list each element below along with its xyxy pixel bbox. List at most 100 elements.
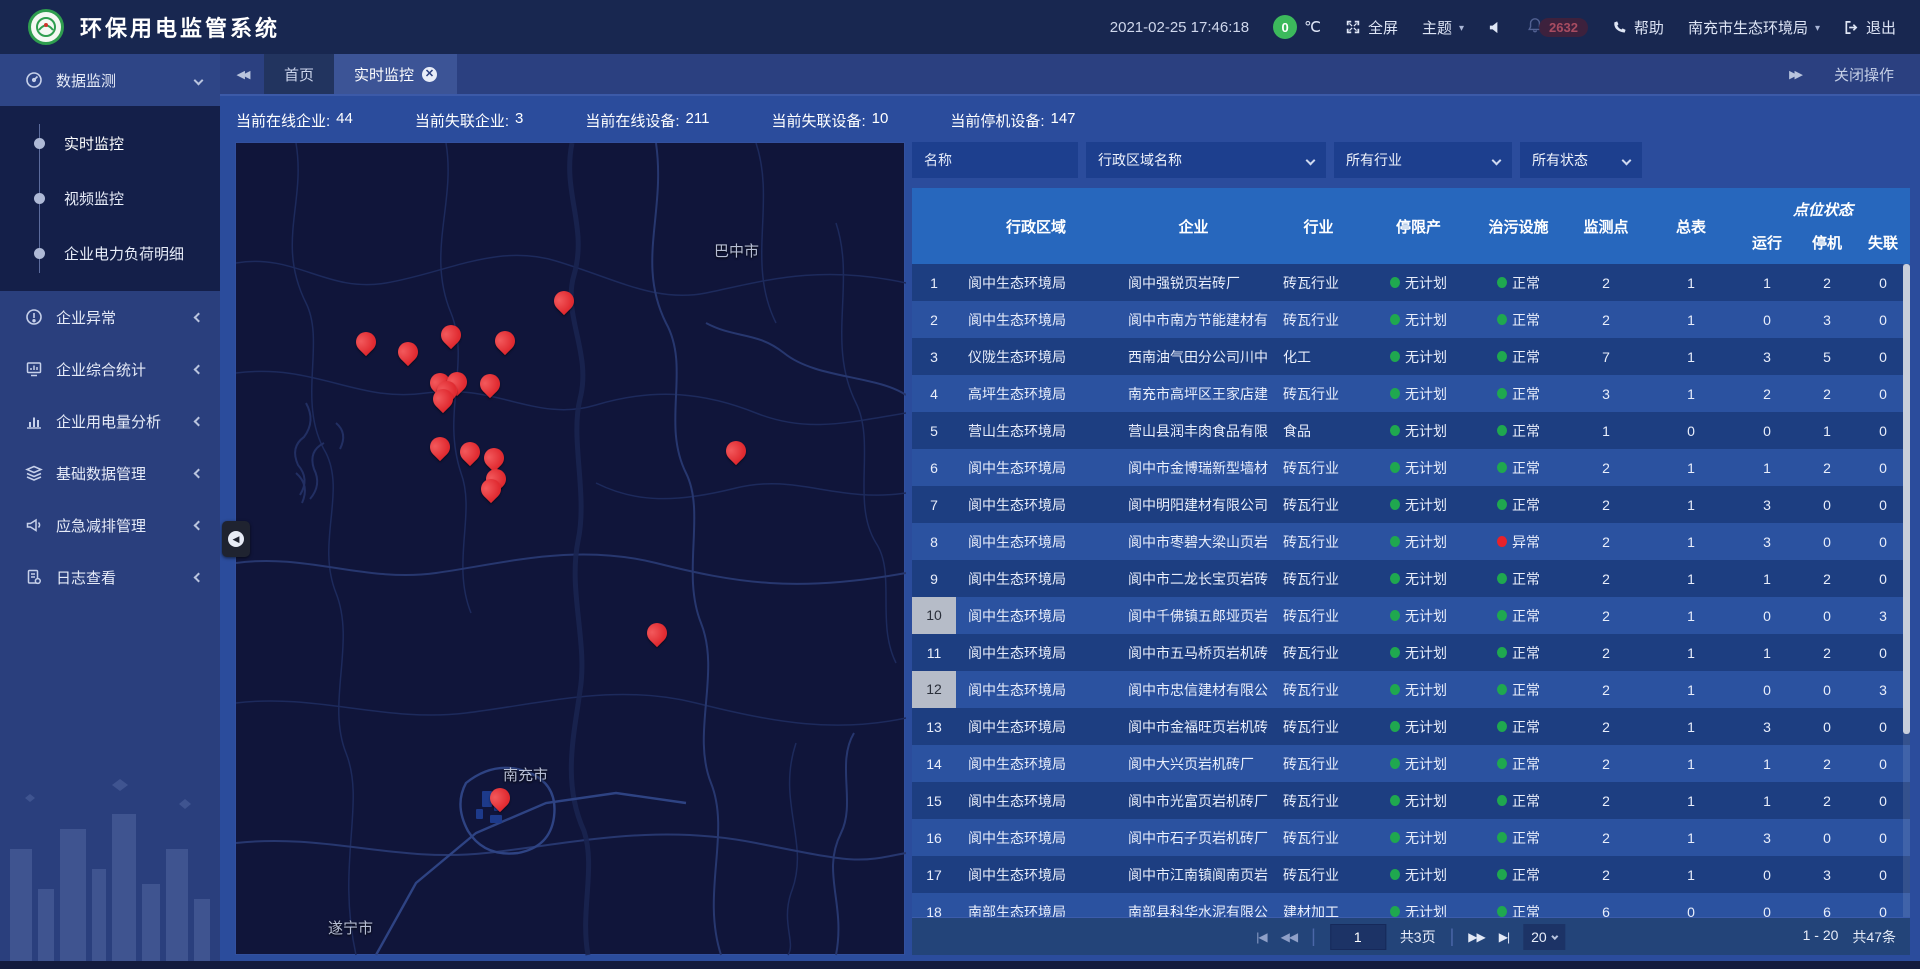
logout-button[interactable]: 退出 <box>1844 17 1896 38</box>
table-row[interactable]: 12阆中生态环境局阆中市忠信建材有限公砖瓦行业无计划正常21003 <box>912 671 1910 708</box>
org-dropdown[interactable]: 南充市生态环境局▾ <box>1688 17 1820 38</box>
sidebar-subitem-2[interactable]: 企业电力负荷明细 <box>0 226 220 281</box>
row-index-cell: 13 <box>912 719 956 735</box>
sidebar-item-6[interactable]: 日志查看 <box>0 551 220 603</box>
row-industry-cell: 砖瓦行业 <box>1271 828 1366 848</box>
table-row[interactable]: 18南部生态环境局南部县科华水泥有限公建材加工无计划正常60060 <box>912 893 1910 917</box>
row-index-cell: 4 <box>912 386 956 402</box>
theme-dropdown[interactable]: 主题▾ <box>1422 17 1464 38</box>
table-row[interactable]: 13阆中生态环境局阆中市金福旺页岩机砖砖瓦行业无计划正常21300 <box>912 708 1910 745</box>
sidebar-item-5[interactable]: 应急减排管理 <box>0 499 220 551</box>
row-facility-cell: 正常 <box>1471 865 1566 885</box>
volume-button[interactable] <box>1488 20 1503 35</box>
scrollbar-thumb[interactable] <box>1903 264 1910 734</box>
status-dot-green <box>1497 573 1507 584</box>
table-row[interactable]: 3仪陇生态环境局西南油气田分公司川中化工无计划正常71350 <box>912 338 1910 375</box>
sidebar-item-label: 基础数据管理 <box>56 463 195 484</box>
top-header: 环保用电监管系统 2021-02-25 17:46:18 0 ℃ 全屏 主题▾ <box>0 0 1920 54</box>
status-filter-select[interactable]: 所有状态 <box>1520 142 1642 178</box>
row-points-cell: 2 <box>1566 682 1646 698</box>
name-filter-field[interactable] <box>912 142 1078 178</box>
record-total-label: 共47条 <box>1852 927 1896 947</box>
row-limit-cell: 无计划 <box>1366 310 1471 330</box>
row-meters-cell: 1 <box>1646 460 1736 476</box>
status-dot-green <box>1390 499 1400 510</box>
help-button[interactable]: 帮助 <box>1612 17 1664 38</box>
page-number-input[interactable] <box>1330 924 1386 950</box>
table-row[interactable]: 15阆中生态环境局阆中市光富页岩机砖厂砖瓦行业无计划正常21120 <box>912 782 1910 819</box>
row-index-cell: 2 <box>912 312 956 328</box>
table-row[interactable]: 7阆中生态环境局阆中明阳建材有限公司砖瓦行业无计划正常21300 <box>912 486 1910 523</box>
status-dot-green <box>1390 795 1400 806</box>
sidebar-subitem-0[interactable]: 实时监控 <box>0 116 220 171</box>
submenu-dot-icon <box>34 248 45 259</box>
row-points-cell: 2 <box>1566 830 1646 846</box>
sidebar-item-2[interactable]: 企业综合统计 <box>0 343 220 395</box>
table-row[interactable]: 4高坪生态环境局南充市高坪区王家店建砖瓦行业无计划正常31220 <box>912 375 1910 412</box>
sidebar-item-3[interactable]: 企业用电量分析 <box>0 395 220 447</box>
table-row[interactable]: 9阆中生态环境局阆中市二龙长宝页岩砖砖瓦行业无计划正常21120 <box>912 560 1910 597</box>
row-company-cell: 阆中市光富页岩机砖厂 <box>1116 791 1271 811</box>
page-size-select[interactable]: 20 <box>1523 924 1566 950</box>
status-dot-green <box>1390 684 1400 695</box>
table-row[interactable]: 17阆中生态环境局阆中市江南镇阆南页岩砖瓦行业无计划正常21030 <box>912 856 1910 893</box>
table-row[interactable]: 10阆中生态环境局阆中千佛镇五郎垭页岩砖瓦行业无计划正常21003 <box>912 597 1910 634</box>
logout-icon <box>1844 20 1859 35</box>
sidebar-item-1[interactable]: 企业异常 <box>0 291 220 343</box>
status-dot-green <box>1390 647 1400 658</box>
row-region-cell: 阆中生态环境局 <box>956 643 1116 663</box>
table-row[interactable]: 8阆中生态环境局阆中市枣碧大梁山页岩砖瓦行业无计划异常21300 <box>912 523 1910 560</box>
tab-0[interactable]: 首页 <box>264 54 334 94</box>
tab-close-icon[interactable]: ✕ <box>422 67 437 82</box>
row-points-cell: 2 <box>1566 608 1646 624</box>
row-facility-cell: 正常 <box>1471 902 1566 918</box>
status-text: 无计划 <box>1405 680 1447 700</box>
tabs-scroll-left-button[interactable]: ◀◀ <box>220 54 264 94</box>
status-text: 正常 <box>1512 458 1540 478</box>
name-filter-input[interactable] <box>924 152 1066 168</box>
table-row[interactable]: 11阆中生态环境局阆中市五马桥页岩机砖砖瓦行业无计划正常21120 <box>912 634 1910 671</box>
row-region-cell: 南部生态环境局 <box>956 902 1116 918</box>
row-industry-cell: 砖瓦行业 <box>1271 310 1366 330</box>
table-row[interactable]: 14阆中生态环境局阆中大兴页岩机砖厂砖瓦行业无计划正常21120 <box>912 745 1910 782</box>
fullscreen-button[interactable]: 全屏 <box>1345 17 1398 38</box>
row-facility-cell: 正常 <box>1471 347 1566 367</box>
row-stop-cell: 6 <box>1798 904 1856 918</box>
panel-collapse-button[interactable]: ◀ <box>222 521 250 557</box>
sidebar-subitem-1[interactable]: 视频监控 <box>0 171 220 226</box>
row-region-cell: 营山生态环境局 <box>956 421 1116 441</box>
notifications-button[interactable]: 2632 <box>1527 17 1588 37</box>
table-row[interactable]: 16阆中生态环境局阆中市石子页岩机砖厂砖瓦行业无计划正常21300 <box>912 819 1910 856</box>
table-row[interactable]: 2阆中生态环境局阆中市南方节能建材有砖瓦行业无计划正常21030 <box>912 301 1910 338</box>
sidebar-item-0[interactable]: 数据监测 <box>0 54 220 106</box>
col-header-3: 停限产 <box>1366 216 1471 237</box>
status-dot-green <box>1390 351 1400 362</box>
row-region-cell: 阆中生态环境局 <box>956 828 1116 848</box>
speaker-icon <box>1488 20 1503 35</box>
close-operations-button[interactable]: 关闭操作 <box>1834 64 1894 85</box>
first-page-button[interactable]: |◀ <box>1256 930 1266 944</box>
row-company-cell: 阆中市江南镇阆南页岩 <box>1116 865 1271 885</box>
tabs-scroll-right-button[interactable]: ▶▶ <box>1789 68 1800 81</box>
table-row[interactable]: 6阆中生态环境局阆中市金博瑞新型墙材砖瓦行业无计划正常21120 <box>912 449 1910 486</box>
table-body: 1阆中生态环境局阆中强锐页岩砖厂砖瓦行业无计划正常211202阆中生态环境局阆中… <box>912 264 1910 917</box>
table-row[interactable]: 5营山生态环境局营山县润丰肉食品有限食品无计划正常10010 <box>912 412 1910 449</box>
row-company-cell: 阆中市二龙长宝页岩砖 <box>1116 569 1271 589</box>
next-page-button[interactable]: ▶▶ <box>1468 930 1484 944</box>
row-stop-cell: 2 <box>1798 386 1856 402</box>
col-header-4: 治污设施 <box>1471 216 1566 237</box>
map-panel[interactable]: 巴中市南充市遂宁市 ◀ <box>235 142 905 955</box>
table-row[interactable]: 1阆中生态环境局阆中强锐页岩砖厂砖瓦行业无计划正常21120 <box>912 264 1910 301</box>
row-limit-cell: 无计划 <box>1366 902 1471 918</box>
status-dot-green <box>1497 647 1507 658</box>
sidebar-item-4[interactable]: 基础数据管理 <box>0 447 220 499</box>
prev-page-button[interactable]: ◀◀ <box>1281 930 1297 944</box>
last-page-button[interactable]: ▶| <box>1499 930 1509 944</box>
region-filter-select[interactable]: 行政区域名称 <box>1086 142 1326 178</box>
tab-1[interactable]: 实时监控✕ <box>334 54 457 94</box>
row-run-cell: 0 <box>1736 423 1798 439</box>
table-scrollbar[interactable] <box>1903 264 1910 917</box>
row-stop-cell: 2 <box>1798 793 1856 809</box>
industry-filter-select[interactable]: 所有行业 <box>1334 142 1512 178</box>
status-dot-green <box>1390 721 1400 732</box>
